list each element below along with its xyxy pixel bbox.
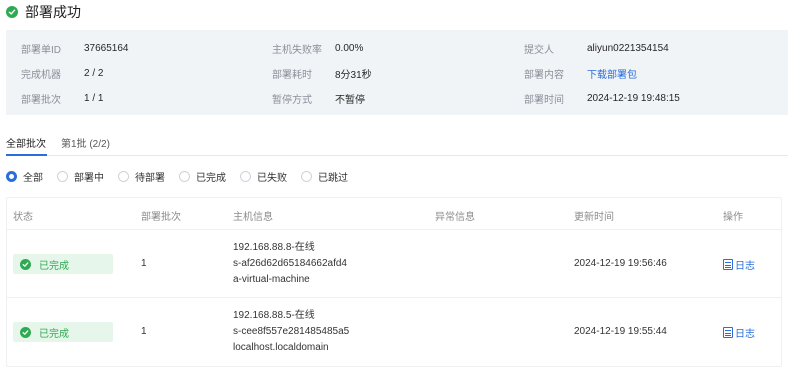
filter-failed[interactable]: 已失败 [240, 169, 287, 184]
summary-value: 8分31秒 [335, 69, 372, 81]
radio-button[interactable] [301, 170, 312, 182]
column-header-batch: 部署批次 [141, 212, 181, 223]
download-package-link[interactable]: 下载部署包 [587, 66, 637, 81]
summary-label: 部署耗时 [272, 69, 312, 81]
check-circle-icon [20, 326, 31, 338]
host-ip: 192.168.88.8-在线 [233, 242, 315, 253]
document-icon [723, 327, 733, 338]
summary-completed-machines: 完成机器 2 / 2 [21, 66, 104, 81]
filter-skipped[interactable]: 已跳过 [301, 169, 348, 184]
radio-button[interactable] [179, 170, 190, 182]
status-badge: 已完成 [13, 322, 113, 342]
radio-button[interactable] [57, 170, 68, 182]
column-header-action: 操作 [723, 212, 743, 223]
page-title: 部署成功 [25, 4, 81, 20]
summary-label: 部署单ID [21, 44, 61, 56]
view-log-link[interactable]: 日志 [723, 325, 755, 340]
deployment-summary: 部署单ID 37665164 完成机器 2 / 2 部署批次 1 / 1 主机失… [6, 30, 788, 115]
host-info-cell: 192.168.88.5-在线 s-cee8f557e281485485a5 l… [233, 308, 349, 356]
summary-pause-mode: 暂停方式 不暂停 [272, 91, 365, 106]
summary-batch: 部署批次 1 / 1 [21, 91, 104, 106]
host-id: s-cee8f557e281485485a5 [233, 326, 350, 337]
page-header: 部署成功 [6, 2, 81, 22]
column-header-status: 状态 [13, 212, 33, 223]
host-name: localhost.localdomain [233, 342, 329, 353]
filter-label: 部署中 [74, 172, 104, 184]
filter-label: 待部署 [135, 172, 165, 184]
table-row: 已完成 1 192.168.88.5-在线 s-cee8f557e2814854… [7, 298, 781, 366]
summary-label: 完成机器 [21, 69, 61, 81]
summary-value: 2 / 2 [84, 67, 104, 79]
host-id: s-af26d62d65184662afd4 [233, 258, 347, 269]
summary-value: 不暂停 [335, 94, 365, 106]
updated-time-cell: 2024-12-19 19:55:44 [574, 326, 667, 337]
table-row: 已完成 1 192.168.88.8-在线 s-af26d62d65184662… [7, 230, 781, 298]
filter-pending[interactable]: 待部署 [118, 169, 165, 184]
host-ip: 192.168.88.5-在线 [233, 310, 315, 321]
column-header-error: 异常信息 [435, 212, 475, 223]
check-circle-icon [6, 6, 18, 18]
summary-value: 0.00% [335, 42, 364, 54]
tab-batch-1[interactable]: 第1批 (2/2) [61, 135, 110, 150]
summary-label: 暂停方式 [272, 94, 312, 106]
status-label: 已完成 [39, 328, 69, 340]
summary-label: 部署批次 [21, 94, 61, 106]
filter-label: 已跳过 [318, 172, 348, 184]
summary-deploy-id: 部署单ID 37665164 [21, 41, 129, 56]
table-header: 状态 部署批次 主机信息 异常信息 更新时间 操作 [7, 198, 781, 230]
radio-button[interactable] [240, 170, 251, 182]
filter-all[interactable]: 全部 [6, 169, 43, 184]
summary-value: 2024-12-19 19:48:15 [587, 92, 680, 104]
host-info-cell: 192.168.88.8-在线 s-af26d62d65184662afd4 a… [233, 240, 347, 288]
filter-label: 全部 [23, 172, 43, 184]
summary-content: 部署内容 下载部署包 [524, 66, 637, 81]
summary-label: 部署时间 [524, 94, 564, 106]
host-name: a-virtual-machine [233, 274, 310, 285]
batch-tabs: 全部批次 第1批 (2/2) [6, 130, 788, 156]
radio-button[interactable] [118, 170, 129, 182]
column-header-updated: 更新时间 [574, 212, 614, 223]
status-badge: 已完成 [13, 254, 113, 274]
summary-label: 提交人 [524, 44, 554, 56]
log-link-label: 日志 [735, 329, 755, 340]
host-table: 状态 部署批次 主机信息 异常信息 更新时间 操作 已完成 1 192.168.… [6, 197, 782, 367]
summary-duration: 部署耗时 8分31秒 [272, 66, 372, 81]
batch-cell: 1 [141, 258, 147, 269]
filter-label: 已失败 [257, 172, 287, 184]
status-filter-group: 全部 部署中 待部署 已完成 已失败 已跳过 [6, 169, 362, 184]
summary-value: 37665164 [84, 42, 129, 54]
filter-label: 已完成 [196, 172, 226, 184]
summary-label: 部署内容 [524, 69, 564, 81]
filter-completed[interactable]: 已完成 [179, 169, 226, 184]
filter-deploying[interactable]: 部署中 [57, 169, 104, 184]
summary-label: 主机失败率 [272, 44, 322, 56]
tab-all-batches[interactable]: 全部批次 [6, 135, 46, 150]
summary-deploy-time: 部署时间 2024-12-19 19:48:15 [524, 91, 680, 106]
log-link-label: 日志 [735, 261, 755, 272]
batch-cell: 1 [141, 326, 147, 337]
summary-value: 1 / 1 [84, 92, 104, 104]
updated-time-cell: 2024-12-19 19:56:46 [574, 258, 667, 269]
check-circle-icon [20, 258, 31, 270]
summary-value: aliyun0221354154 [587, 42, 669, 54]
summary-failure-rate: 主机失败率 0.00% [272, 41, 364, 56]
view-log-link[interactable]: 日志 [723, 257, 755, 272]
document-icon [723, 259, 733, 270]
status-label: 已完成 [39, 260, 69, 272]
column-header-host: 主机信息 [233, 212, 273, 223]
summary-submitter: 提交人 aliyun0221354154 [524, 41, 669, 56]
radio-button[interactable] [6, 170, 17, 182]
active-tab-indicator [6, 154, 47, 156]
